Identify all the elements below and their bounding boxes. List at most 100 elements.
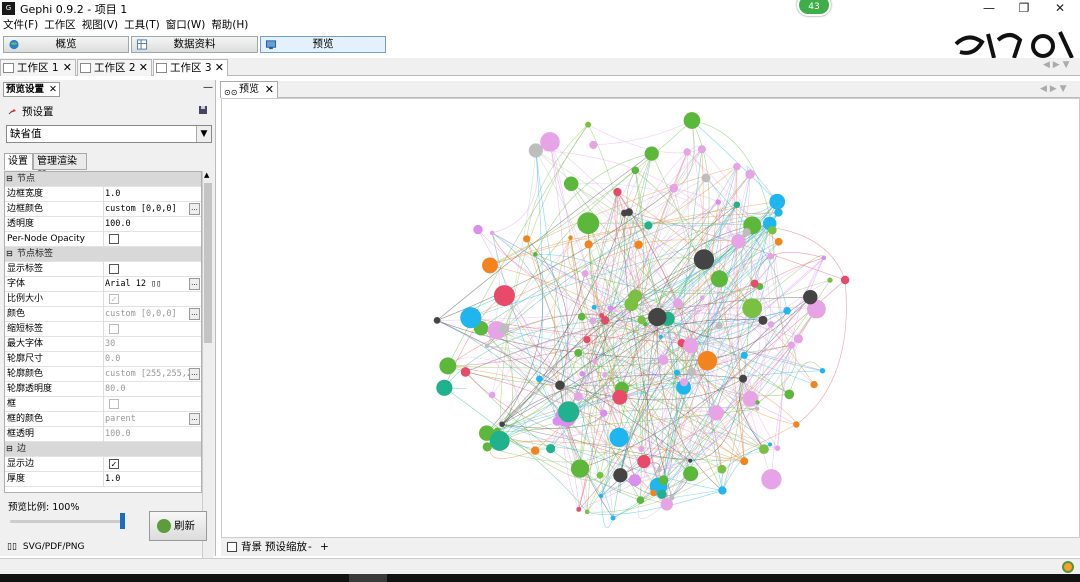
graph-node — [767, 442, 773, 447]
preview-settings-tab-label: 预览设置 — [6, 84, 45, 95]
menu-workspace[interactable]: 工作区 — [41, 17, 79, 33]
taskbar-app-item[interactable] — [349, 574, 387, 582]
close-icon[interactable]: ✕ — [215, 60, 224, 76]
graph-node — [769, 193, 786, 210]
refresh-button[interactable]: 刷新 — [149, 511, 207, 541]
tab-settings[interactable]: 设置 — [4, 153, 33, 170]
menu-view[interactable]: 视图(V) — [79, 17, 121, 33]
property-checkbox[interactable] — [109, 234, 119, 244]
graph-node — [658, 334, 663, 339]
network-graph[interactable] — [222, 99, 1079, 537]
graph-node — [688, 458, 693, 463]
graph-node — [708, 405, 725, 421]
graph-node — [499, 421, 505, 428]
scrollbar-thumb[interactable] — [204, 183, 212, 343]
slider-handle[interactable] — [120, 513, 125, 529]
graph-node — [591, 304, 597, 310]
menu-help[interactable]: 帮助(H) — [208, 17, 251, 33]
graph-node — [644, 221, 653, 230]
preset-select[interactable]: 缺省值 ▼ — [6, 125, 212, 143]
table-icon — [136, 39, 148, 50]
close-button[interactable]: ✕ — [1042, 0, 1078, 17]
property-checkbox — [109, 399, 119, 409]
zoom-in-button[interactable]: + — [320, 538, 329, 556]
zoom-out-button[interactable]: - — [308, 538, 312, 556]
preview-settings-tab[interactable]: 预览设置 ✕ — [3, 82, 60, 97]
property-row: 颜色 custom [0,0,0]... — [5, 307, 201, 322]
presets-label: 预设置 — [22, 106, 54, 118]
graph-node — [482, 257, 498, 274]
property-row: 厚度 1.0 — [5, 472, 201, 487]
graph-node — [570, 459, 590, 478]
property-value[interactable]: 100.0 — [105, 217, 189, 231]
menu-file[interactable]: 文件(F) — [0, 17, 41, 33]
property-value[interactable]: 1.0 — [105, 187, 189, 201]
preview-nav-arrows[interactable]: ◀ ▶ ▼ — [1040, 84, 1067, 94]
collapse-icon[interactable]: ⊟ — [6, 442, 13, 456]
property-checkbox[interactable] — [109, 264, 119, 274]
notification-badge[interactable]: 43 — [797, 0, 831, 16]
preview-tab-bar: ⊙⊙ 预览 ✕ ◀ ▶ ▼ — [220, 81, 1080, 98]
ellipsis-button[interactable]: ... — [189, 368, 200, 380]
close-icon[interactable]: ✕ — [49, 83, 57, 96]
graph-node — [656, 467, 662, 473]
ellipsis-button[interactable]: ... — [189, 308, 200, 320]
ellipsis-button[interactable]: ... — [189, 278, 200, 290]
graph-node — [577, 212, 600, 235]
graph-node — [774, 208, 783, 217]
gephi-logo — [954, 31, 1074, 59]
column-divider — [103, 397, 104, 412]
workspace-tab-2[interactable]: 工作区 2 ✕ — [77, 59, 152, 76]
property-row: 比例大小 ✓ — [5, 292, 201, 307]
ellipsis-button[interactable]: ... — [189, 413, 200, 425]
property-value[interactable]: custom [0,0,0] — [105, 202, 189, 216]
status-icon[interactable] — [1062, 561, 1074, 573]
chevron-down-icon[interactable]: ▼ — [196, 126, 211, 142]
graph-node — [579, 371, 585, 377]
background-checkbox[interactable] — [227, 542, 237, 552]
export-row[interactable]: ▯▯ SVG/PDF/PNG — [7, 542, 84, 552]
workspace-tab-label: 工作区 2 — [94, 62, 136, 74]
pin-icon — [8, 109, 16, 115]
graph-node — [740, 457, 749, 466]
property-category[interactable]: 节点 ⊟ — [5, 172, 201, 187]
minimize-panel-icon[interactable]: — — [203, 82, 213, 93]
close-icon[interactable]: ✕ — [265, 82, 274, 97]
restore-button[interactable]: ❐ — [1006, 0, 1042, 17]
graph-edge — [504, 295, 567, 417]
scroll-up-icon[interactable]: ▲ — [204, 171, 209, 179]
property-checkbox[interactable]: ✓ — [109, 459, 119, 469]
mode-overview-button[interactable]: 概览 — [3, 36, 129, 53]
ellipsis-button[interactable]: ... — [189, 203, 200, 215]
minimize-button[interactable]: — — [971, 0, 1007, 17]
preview-ratio-slider[interactable] — [10, 520, 122, 523]
mode-preview-button[interactable]: 预览 — [260, 36, 386, 53]
save-icon[interactable] — [198, 105, 208, 115]
property-category[interactable]: 节点标签 ⊟ — [5, 247, 201, 262]
collapse-icon[interactable]: ⊟ — [6, 247, 13, 261]
preview-canvas[interactable] — [221, 98, 1080, 538]
menu-tools[interactable]: 工具(T) — [121, 17, 163, 33]
mode-data-button[interactable]: 数据资料 — [131, 36, 258, 53]
tab-nav-arrows[interactable]: ◀ ▶ ▼ — [1043, 60, 1070, 70]
property-value[interactable]: Arial 12 ▯▯ — [105, 277, 189, 291]
collapse-icon[interactable]: ⊟ — [6, 172, 13, 186]
os-taskbar — [0, 574, 1080, 582]
preview-tab[interactable]: ⊙⊙ 预览 ✕ — [220, 81, 278, 98]
graph-node — [576, 506, 582, 512]
graph-edge — [504, 328, 536, 451]
close-icon[interactable]: ✕ — [139, 60, 148, 76]
graph-node — [710, 270, 728, 288]
workspace-tab-1[interactable]: 工作区 1 ✕ — [0, 59, 76, 76]
property-value[interactable]: 1.0 — [105, 472, 189, 486]
menu-window[interactable]: 窗口(W) — [163, 17, 209, 33]
property-row: 边框宽度 1.0 — [5, 187, 201, 202]
workspace-tab-3[interactable]: 工作区 3 ✕ — [153, 59, 228, 76]
tab-manage-renderers[interactable]: 管理渲染器 — [33, 153, 87, 182]
graph-node — [810, 380, 818, 389]
graph-node — [755, 406, 760, 411]
property-category[interactable]: 边 ⊟ — [5, 442, 201, 457]
graph-node — [758, 315, 768, 325]
close-icon[interactable]: ✕ — [63, 60, 72, 76]
graph-node — [717, 464, 727, 474]
